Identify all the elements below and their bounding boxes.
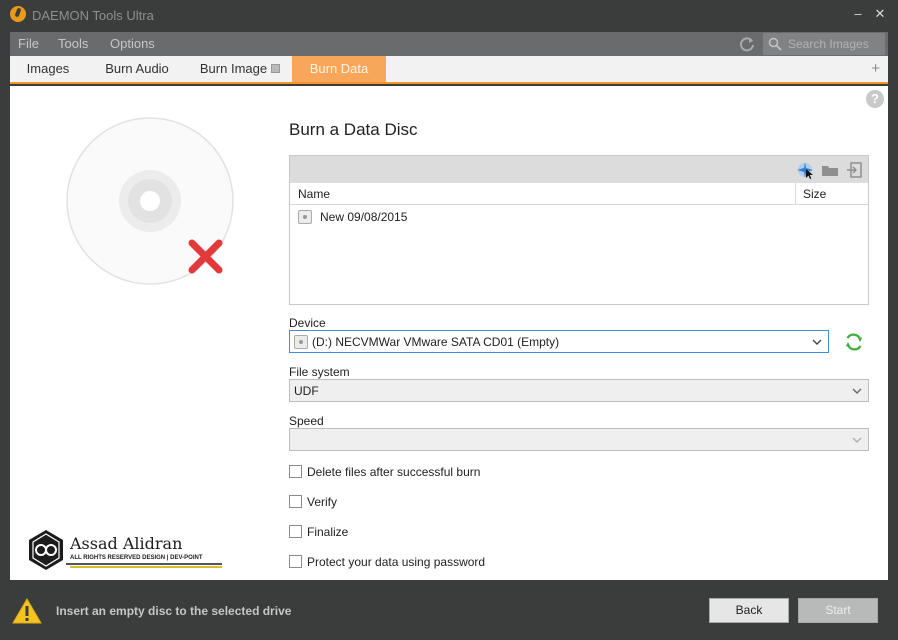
add-folder-icon[interactable] [821,161,839,179]
file-toolbar [290,156,868,183]
tab-images[interactable]: Images [10,56,86,82]
option-label: Finalize [307,525,349,539]
menu-bar: File Tools Options Search Images [10,32,888,56]
tab-burn-image[interactable]: Burn Image [188,56,292,82]
page-title: Burn a Data Disc [289,120,418,139]
tab-label: Burn Data [309,61,369,76]
add-tab-icon[interactable]: + [871,60,880,77]
disc-icon [298,210,312,224]
search-input[interactable]: Search Images [763,33,885,55]
checkbox[interactable] [289,495,302,508]
device-select[interactable]: (D:) NECVMWar VMware SATA CD01 (Empty) [289,330,829,353]
device-value: (D:) NECVMWar VMware SATA CD01 (Empty) [312,335,560,349]
disc-label: New 09/08/2015 [320,210,408,224]
menu-tools[interactable]: Tools [58,36,88,51]
search-placeholder: Search Images [788,37,869,51]
status-bar: Insert an empty disc to the selected dri… [0,580,898,640]
refresh-devices-icon[interactable] [844,332,864,352]
status-message: Insert an empty disc to the selected dri… [56,604,292,618]
checkbox[interactable] [289,465,302,478]
chevron-down-icon [852,437,862,443]
search-icon [768,37,782,51]
tab-bar: Images Burn Audio Burn Image Burn Data + [10,56,888,84]
watermark-tagline: ALL RIGHTS RESERVED DESIGN | DEV-POINT [70,555,203,561]
warning-icon [12,598,42,624]
import-icon[interactable] [846,161,864,179]
file-list[interactable]: Name Size New 09/08/2015 [289,155,869,305]
tab-burn-audio[interactable]: Burn Audio [86,56,188,82]
watermark-logo: Assad Alidran ALL RIGHTS RESERVED DESIGN… [26,528,226,574]
start-button[interactable]: Start [798,598,878,623]
option-label: Protect your data using password [307,555,486,569]
tab-close-icon[interactable] [271,64,281,73]
checkbox[interactable] [289,555,302,568]
column-name-header[interactable]: Name [298,187,330,201]
file-list-header: Name Size [290,183,868,205]
file-system-label: File system [289,365,350,379]
menu-options[interactable]: Options [110,36,155,51]
daemon-tools-logo-icon [10,6,26,22]
speed-label: Speed [289,414,324,428]
column-size-header[interactable]: Size [803,187,826,201]
chevron-down-icon [852,388,862,394]
tab-label: Burn Image [199,61,268,76]
menu-file[interactable]: File [18,36,39,51]
main-panel: ? Assad Alidran ALL RIGHTS RESERVED DESI… [10,86,888,580]
close-button[interactable]: ✕ [872,6,888,22]
watermark-name: Assad Alidran [70,534,183,553]
drive-icon [294,335,308,349]
chevron-down-icon [812,339,822,345]
window-title: DAEMON Tools Ultra [32,8,154,23]
empty-disc-icon [66,117,234,285]
option-label: Delete files after successful burn [307,465,481,479]
tab-label: Burn Audio [105,61,169,76]
column-divider[interactable] [795,183,796,205]
add-files-icon[interactable] [796,161,814,179]
help-icon[interactable]: ? [866,90,884,108]
speed-select[interactable] [289,428,869,451]
option-label: Verify [307,495,338,509]
tab-label: Images [26,61,70,76]
file-system-select[interactable]: UDF [289,379,869,402]
minimize-button[interactable]: – [850,6,866,22]
title-bar: DAEMON Tools Ultra – ✕ [0,0,898,32]
device-label: Device [289,316,326,330]
checkbox[interactable] [289,525,302,538]
refresh-icon[interactable] [738,35,756,53]
tab-burn-data[interactable]: Burn Data [292,56,386,82]
file-system-value: UDF [294,384,319,398]
back-button[interactable]: Back [709,598,789,623]
